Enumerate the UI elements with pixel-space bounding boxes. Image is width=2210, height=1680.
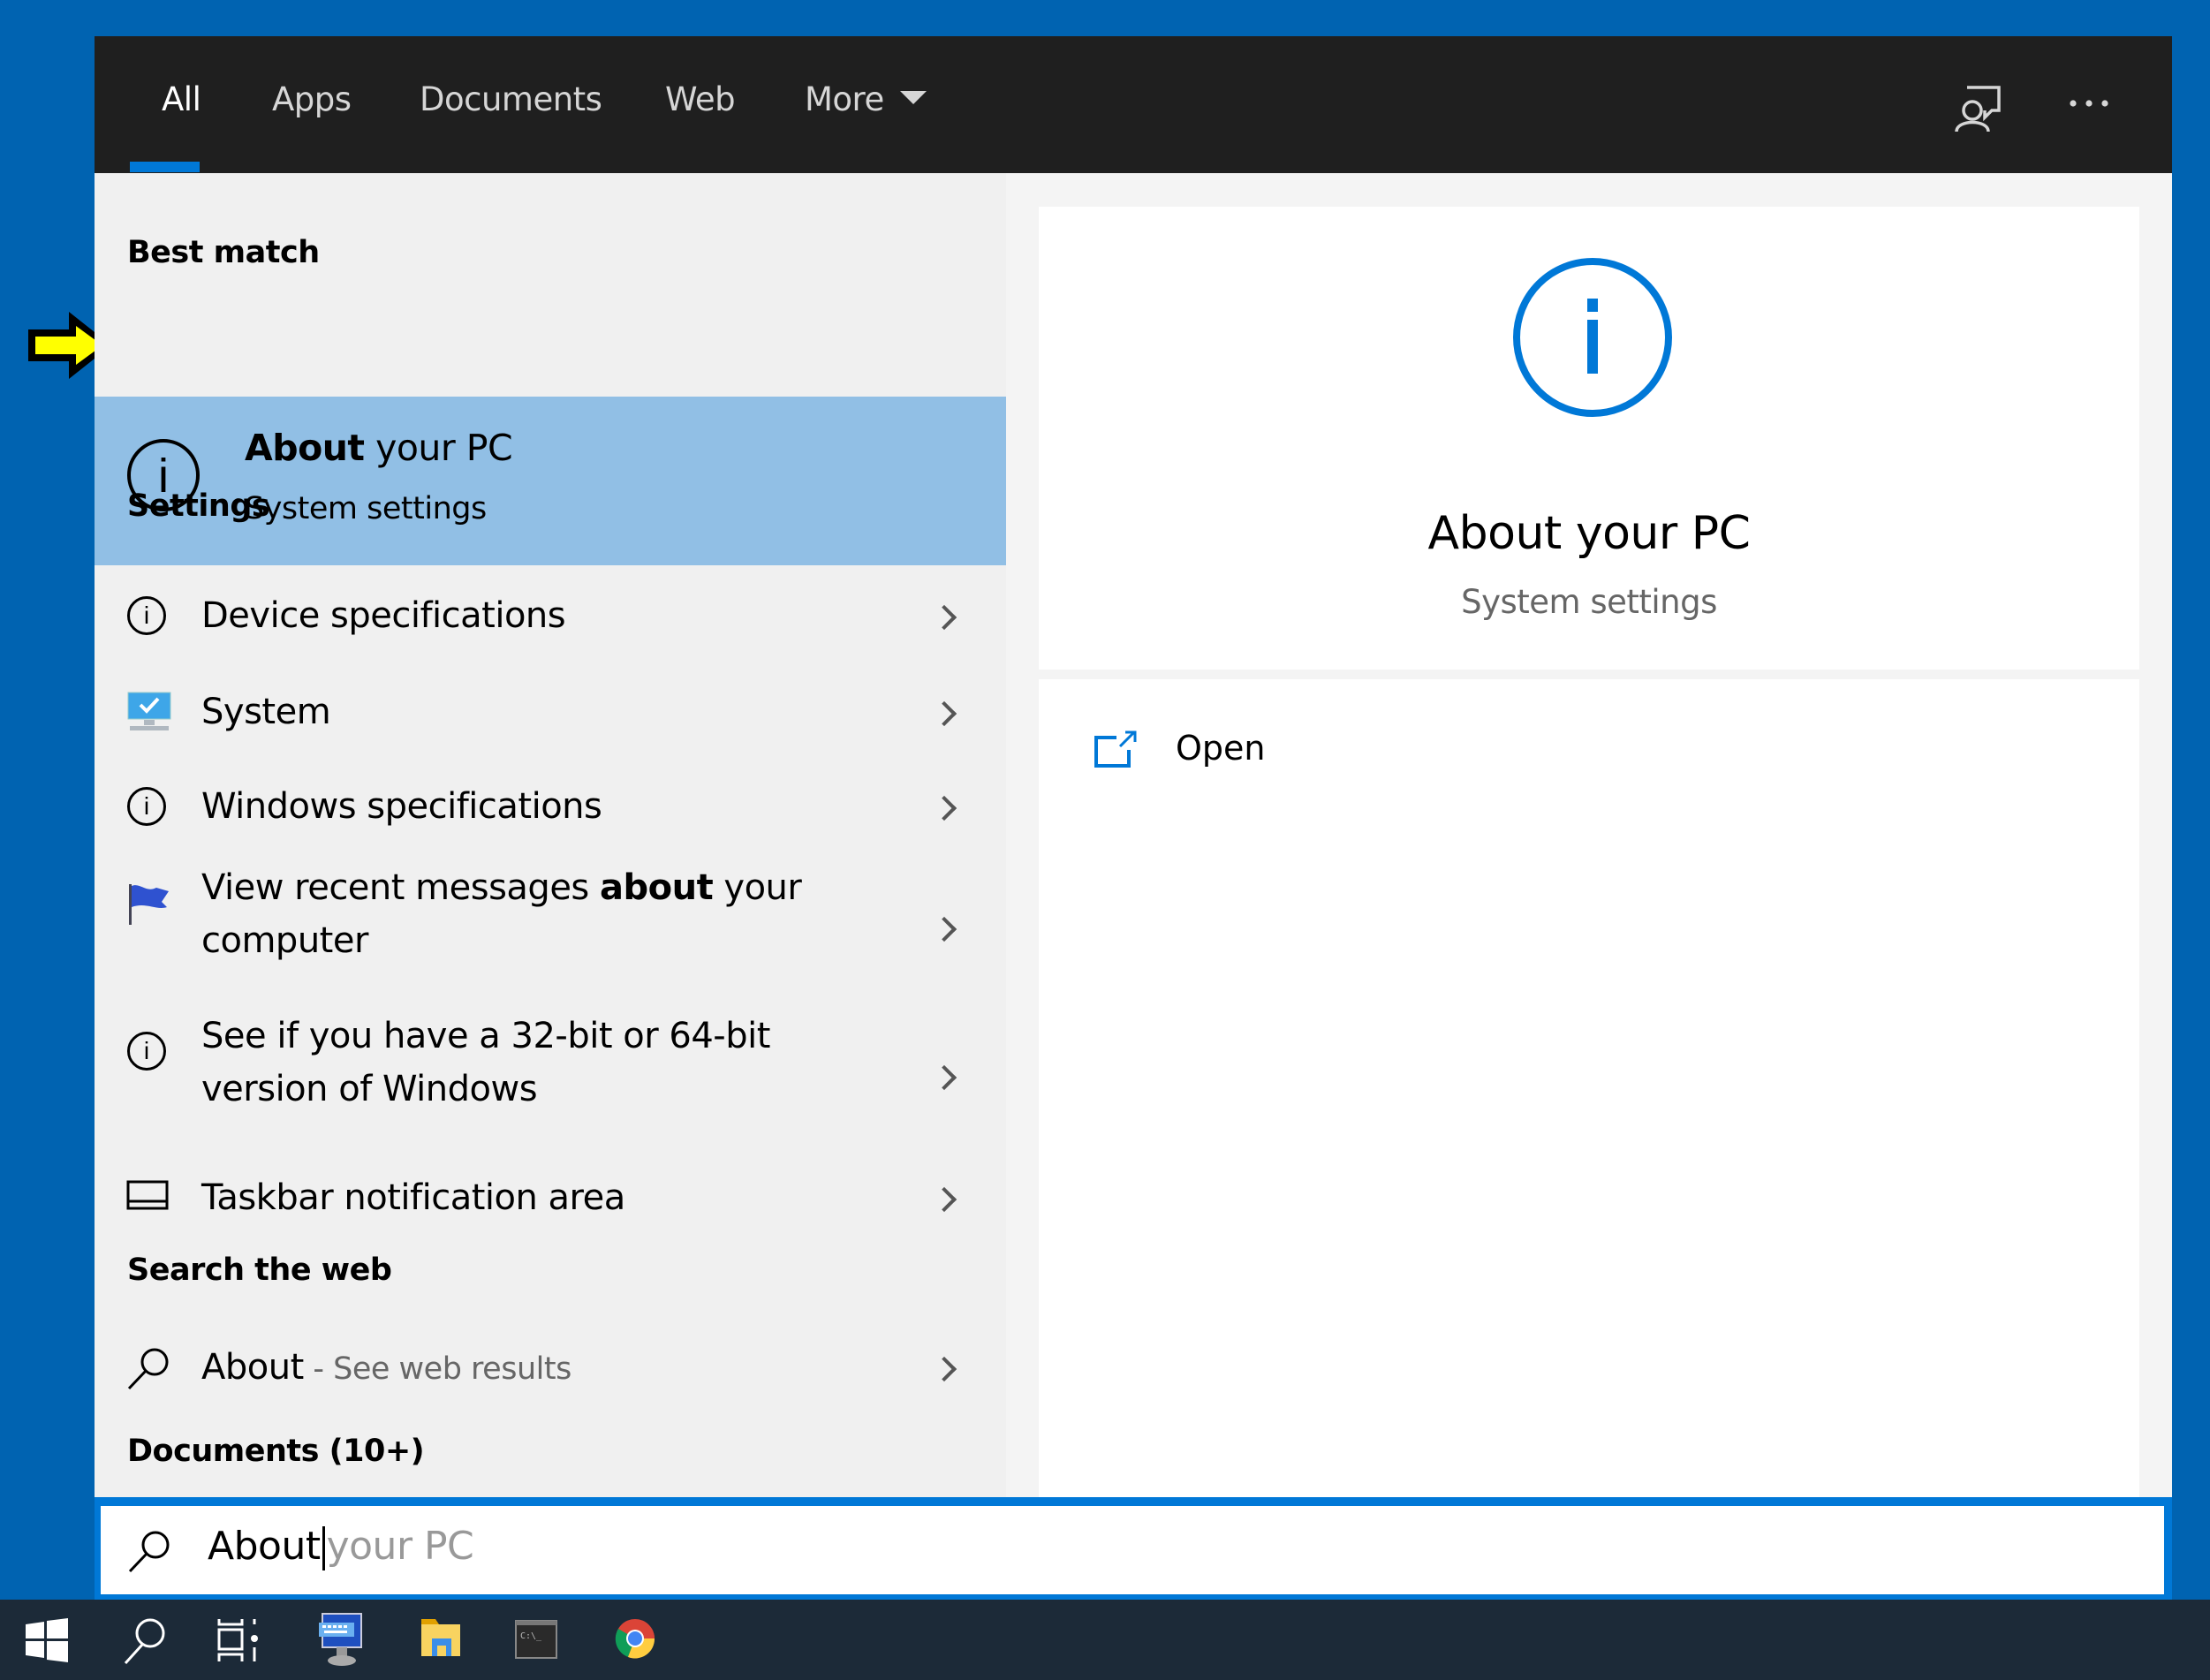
- web-search-result[interactable]: About - See web results: [95, 1323, 1006, 1411]
- search-icon: [124, 1618, 165, 1665]
- tab-more[interactable]: More: [805, 80, 927, 118]
- task-view-icon: [217, 1619, 258, 1661]
- settings-item-windows-specifications[interactable]: i Windows specifications: [95, 762, 1006, 851]
- caret-down-icon: [899, 91, 927, 104]
- more-options-icon[interactable]: [2066, 95, 2119, 112]
- command-prompt-button[interactable]: C:\_: [498, 1600, 576, 1680]
- chrome-button[interactable]: [596, 1600, 674, 1680]
- chevron-right-icon: [931, 795, 957, 821]
- chevron-right-icon: [931, 604, 957, 631]
- info-icon: i: [127, 1032, 166, 1071]
- settings-item-32-64-bit[interactable]: i See if you have a 32-bit or 64-bit ver…: [95, 1006, 1006, 1147]
- chevron-right-icon: [931, 700, 957, 727]
- settings-item-taskbar-notification-area[interactable]: Taskbar notification area: [95, 1154, 1006, 1242]
- search-header: All Apps Documents Web More: [95, 36, 2172, 173]
- tab-all[interactable]: All: [162, 80, 201, 118]
- search-icon: [128, 1531, 170, 1573]
- search-suggestion: your PC: [326, 1524, 474, 1569]
- settings-item-label: Taskbar notification area: [201, 1177, 625, 1218]
- settings-item-label: Windows specifications: [201, 786, 602, 827]
- best-match-item[interactable]: i About your PC System settings: [95, 397, 1006, 565]
- feedback-icon[interactable]: [1953, 80, 2006, 133]
- search-window: All Apps Documents Web More Best match i…: [95, 36, 2172, 1600]
- info-icon: i: [127, 596, 166, 635]
- chevron-right-icon: [931, 1186, 957, 1213]
- flag-icon: [129, 884, 169, 925]
- search-the-web-heading: Search the web: [127, 1252, 392, 1288]
- settings-item-label: See if you have a 32-bit or 64-bit versi…: [201, 1016, 770, 1109]
- open-label: Open: [1176, 729, 1266, 768]
- chrome-icon: [615, 1619, 655, 1659]
- settings-item-label: System: [201, 692, 331, 732]
- text-caret: [322, 1526, 325, 1570]
- system-monitor-icon: [127, 692, 171, 730]
- file-explorer-icon: [421, 1619, 460, 1656]
- preview-title: About your PC: [1427, 507, 1751, 560]
- settings-item-label: View recent messages about your computer: [201, 867, 802, 961]
- tab-documents[interactable]: Documents: [420, 80, 602, 118]
- open-external-icon: [1094, 730, 1137, 768]
- best-match-heading: Best match: [127, 235, 320, 270]
- settings-item-system[interactable]: System: [95, 668, 1006, 756]
- settings-item-view-recent-messages[interactable]: View recent messages about your computer: [95, 858, 1006, 999]
- task-view-button[interactable]: [200, 1600, 277, 1680]
- remote-desktop-icon: [319, 1613, 362, 1666]
- active-tab-indicator: [130, 162, 200, 172]
- remote-desktop-button[interactable]: [301, 1600, 379, 1680]
- documents-heading[interactable]: Documents (10+): [127, 1434, 425, 1469]
- info-icon: i: [127, 787, 166, 826]
- preview-card: About your PC System settings: [1039, 207, 2139, 670]
- windows-start-icon: [26, 1618, 68, 1662]
- taskbar-icon: [126, 1180, 169, 1210]
- preview-subtitle: System settings: [1461, 583, 1717, 621]
- open-button[interactable]: Open: [1094, 718, 1447, 789]
- settings-item-label: Device specifications: [201, 595, 566, 636]
- search-icon: [127, 1348, 169, 1390]
- chevron-right-icon: [931, 916, 957, 942]
- file-explorer-button[interactable]: [402, 1600, 480, 1680]
- settings-heading: Settings: [127, 488, 270, 524]
- settings-item-device-specifications[interactable]: i Device specifications: [95, 571, 1006, 660]
- taskbar: C:\_: [0, 1600, 2210, 1680]
- chevron-right-icon: [931, 1356, 957, 1382]
- tab-apps[interactable]: Apps: [272, 80, 352, 118]
- chevron-right-icon: [931, 1064, 957, 1091]
- start-button[interactable]: [10, 1600, 87, 1680]
- preview-actions: Open: [1039, 679, 2139, 1526]
- best-match-title: About your PC: [245, 427, 513, 469]
- search-input-text: About your PC: [208, 1524, 474, 1570]
- tab-more-label: More: [805, 80, 884, 118]
- search-box: About your PC: [95, 1497, 2172, 1600]
- results-pane: Best match i About your PC System settin…: [95, 173, 1006, 1526]
- best-match-subtitle: System settings: [245, 491, 487, 526]
- command-prompt-icon: C:\_: [515, 1620, 557, 1659]
- taskbar-search-button[interactable]: [106, 1600, 184, 1680]
- web-result-label: About - See web results: [201, 1347, 571, 1388]
- svg-text:C:\_: C:\_: [520, 1631, 542, 1641]
- tab-web[interactable]: Web: [665, 80, 736, 118]
- info-icon-large: [1513, 258, 1672, 417]
- search-input[interactable]: About your PC: [101, 1506, 2164, 1594]
